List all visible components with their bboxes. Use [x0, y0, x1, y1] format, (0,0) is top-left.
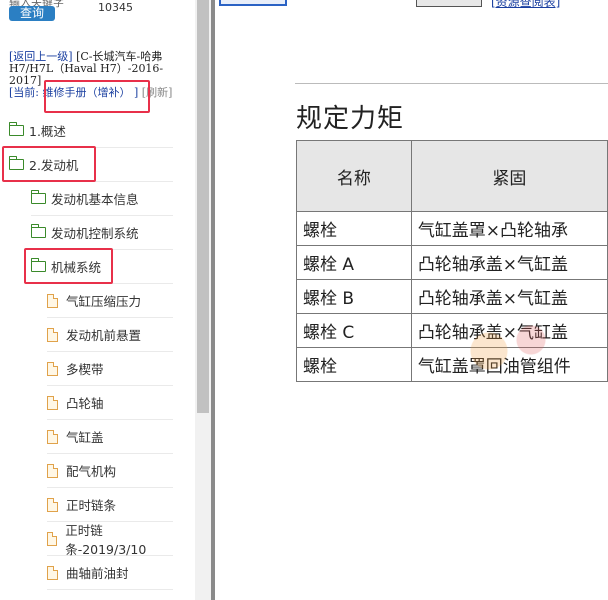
highlight-box: [2, 146, 96, 182]
tree-item[interactable]: 凸轮轴: [47, 386, 173, 420]
fastened-part-cell: 凸轮轴承盖×气缸盖: [410, 313, 608, 348]
highlight-box: [24, 248, 113, 284]
left-scrollbar[interactable]: [195, 0, 211, 600]
top-input-box[interactable]: [416, 0, 482, 7]
table-header-cell: 名称: [296, 140, 412, 212]
document-icon: [47, 395, 58, 410]
bolt-name-cell: 螺栓: [296, 347, 412, 382]
table-row: 螺栓 气缸盖罩×凸轮轴承: [296, 211, 608, 246]
result-count: 10345: [98, 1, 133, 14]
current-label: [当前:: [9, 86, 39, 99]
tree-item-label: 多楔带: [66, 362, 104, 377]
document-icon: [47, 429, 58, 444]
table-row: 螺栓 C 凸轮轴承盖×气缸盖: [296, 313, 608, 348]
fastened-part-cell: 气缸盖罩×凸轮轴承: [410, 211, 608, 246]
tree-item-label: 1.概述: [29, 124, 66, 139]
tree-item[interactable]: 气缸压缩压力: [47, 284, 173, 318]
folder-icon: [9, 122, 24, 136]
tree-item[interactable]: 1.概述: [9, 114, 173, 148]
tree-item-label: 气缸压缩压力: [66, 294, 142, 309]
table-body: 螺栓 气缸盖罩×凸轮轴承 螺栓 A 凸轮轴承盖×气缸盖 螺栓 B 凸轮轴承盖×气缸盖 螺栓 …: [296, 211, 608, 382]
resource-link[interactable]: [资源查阅表]: [491, 0, 560, 10]
table-header-cell: 紧固: [410, 140, 608, 212]
tree-item-label: 曲轴前油封: [66, 566, 129, 581]
document-icon: [47, 531, 58, 546]
tree-item[interactable]: 发动机前悬置: [47, 318, 173, 352]
scrollbar-thumb[interactable]: [197, 0, 209, 413]
tree-item[interactable]: 配气机构: [47, 454, 173, 488]
folder-icon: [31, 224, 46, 238]
document-icon: [47, 293, 58, 308]
document-icon: [47, 361, 58, 376]
navigation-pane: 输入关键字 10345 查询 [返回上一级] [C-长城汽车-哈弗H7/H7L（…: [0, 0, 195, 600]
document-icon: [47, 497, 58, 512]
tree-item-label: 发动机控制系统: [51, 226, 139, 241]
tree-item[interactable]: 气缸盖: [47, 420, 173, 454]
document-icon: [47, 327, 58, 342]
tree-item-label: 发动机基本信息: [51, 192, 139, 207]
tree-item-label: 配气机构: [66, 464, 117, 479]
table-row: 螺栓 气缸盖罩回油管组件: [296, 347, 608, 382]
current-highlight-box: [44, 80, 150, 113]
tree-item[interactable]: 曲轴前油封: [47, 556, 173, 590]
document-icon: [47, 565, 58, 580]
tree-item[interactable]: 多楔带: [47, 352, 173, 386]
tree-item[interactable]: 正时链条-2019/3/10: [47, 522, 173, 557]
tree-item[interactable]: 正时链条: [47, 488, 173, 522]
tree-item-label: 气缸盖: [66, 430, 104, 445]
document-icon: [47, 463, 58, 478]
bolt-name-cell: 螺栓 B: [296, 279, 412, 314]
bolt-name-cell: 螺栓 C: [296, 313, 412, 348]
tree-item[interactable]: 发动机控制系统: [31, 216, 173, 250]
page-title: 规定力矩: [296, 104, 405, 134]
table-header-row: 名称 紧固: [296, 140, 608, 212]
table-row: 螺栓 A 凸轮轴承盖×气缸盖: [296, 245, 608, 280]
content-pane: [资源查阅表] 规定力矩 名称 紧固 螺栓 气缸盖罩×凸轮轴承 螺栓 A 凸轮轴承盖×气…: [215, 0, 608, 600]
fastened-part-cell: 凸轮轴承盖×气缸盖: [410, 245, 608, 280]
fastened-part-cell: 凸轮轴承盖×气缸盖: [410, 279, 608, 314]
torque-table: 名称 紧固 螺栓 气缸盖罩×凸轮轴承 螺栓 A 凸轮轴承盖×气缸盖 螺栓 B 凸轮轴承盖×气…: [296, 140, 608, 382]
title-divider: [295, 83, 608, 84]
query-button[interactable]: 查询: [9, 6, 55, 21]
bolt-name-cell: 螺栓: [296, 211, 412, 246]
tree-item-label: 正时链条-2019/3/10: [65, 522, 147, 557]
tree-item-label: 发动机前悬置: [66, 328, 142, 343]
tree-item[interactable]: 发动机基本信息: [31, 182, 173, 216]
fastened-part-cell: 气缸盖罩回油管组件: [410, 347, 608, 382]
folder-icon: [31, 190, 46, 204]
bolt-name-cell: 螺栓 A: [296, 245, 412, 280]
top-tab[interactable]: [219, 0, 287, 6]
tree-item-label: 凸轮轴: [66, 396, 104, 411]
table-row: 螺栓 B 凸轮轴承盖×气缸盖: [296, 279, 608, 314]
tree-item-label: 正时链条: [66, 498, 117, 513]
